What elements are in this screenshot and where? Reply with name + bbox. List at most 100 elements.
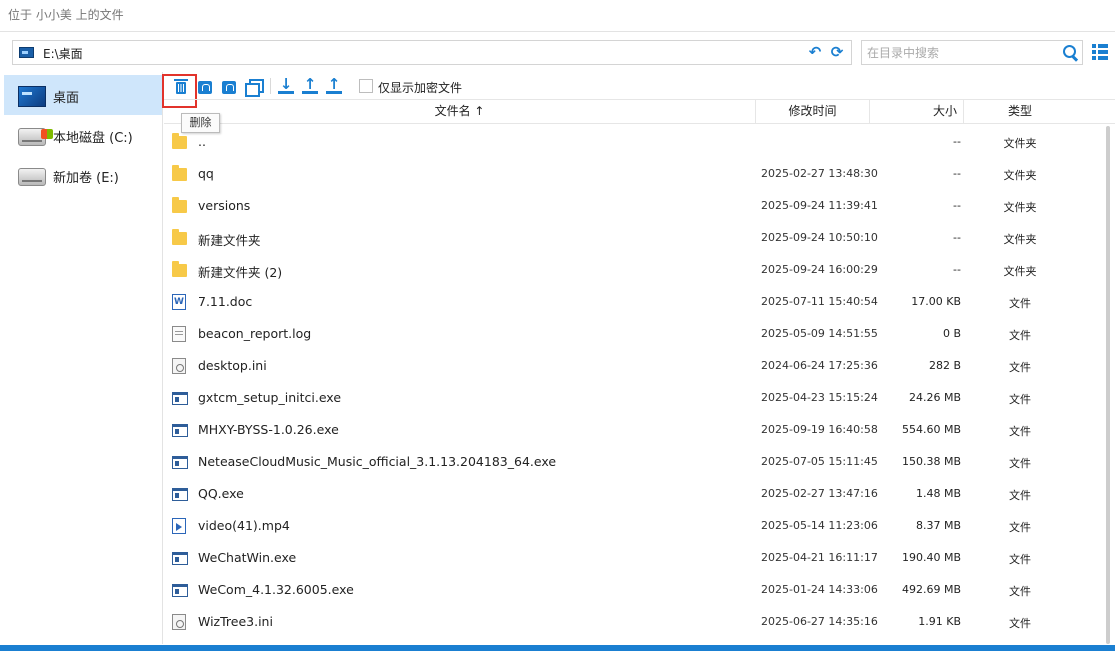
file-type: 文件夹 — [1003, 265, 1037, 278]
file-size: -- — [953, 135, 961, 148]
file-type: 文件 — [1009, 393, 1031, 406]
sidebar: 桌面 本地磁盘 (C:) 新加卷 (E:) — [0, 72, 163, 644]
search-input[interactable] — [862, 41, 1057, 64]
file-icon — [172, 326, 186, 342]
file-name: beacon_report.log — [198, 326, 312, 341]
back-icon[interactable]: ↶ — [807, 44, 823, 60]
file-mtime: 2025-09-24 10:50:10 — [761, 231, 878, 244]
file-name: NeteaseCloudMusic_Music_official_3.1.13.… — [198, 454, 557, 469]
file-name: versions — [198, 198, 251, 213]
file-size: -- — [953, 263, 961, 276]
search-icon[interactable] — [1062, 44, 1078, 60]
file-mtime: 2025-07-05 15:11:45 — [761, 455, 878, 468]
upload-folder-icon[interactable]: ↑ — [326, 77, 342, 94]
file-mtime: 2025-01-24 14:33:06 — [761, 583, 878, 596]
column-header-size[interactable]: 大小 — [870, 100, 964, 124]
desktop-icon — [19, 47, 34, 58]
list-view-icon[interactable] — [1092, 44, 1108, 60]
sidebar-item-label: 本地磁盘 (C:) — [53, 131, 133, 146]
file-mtime: 2025-09-19 16:40:58 — [761, 423, 878, 436]
file-type: 文件 — [1009, 361, 1031, 374]
file-type: 文件 — [1009, 297, 1031, 310]
sidebar-item-drive-e[interactable]: 新加卷 (E:) — [4, 155, 162, 195]
file-type: 文件夹 — [1003, 137, 1037, 150]
table-row[interactable]: desktop.ini 2024-06-24 17:25:36 282 B 文件 — [164, 350, 1104, 382]
table-row[interactable]: WeChatWin.exe 2025-04-21 16:11:17 190.40 M… — [164, 542, 1104, 574]
file-size: -- — [953, 231, 961, 244]
toolbar-separator — [270, 78, 271, 94]
file-size: -- — [953, 167, 961, 180]
scrollbar[interactable] — [1106, 126, 1112, 644]
decrypt-lock-icon[interactable] — [221, 78, 237, 94]
file-name: QQ.exe — [198, 486, 244, 501]
table-row[interactable]: beacon_report.log 2025-05-09 14:51:55 0 B 文… — [164, 318, 1104, 350]
table-row[interactable]: QQ.exe 2025-02-27 13:47:16 1.48 MB 文件 — [164, 478, 1104, 510]
encrypted-only-label: 仅显示加密文件 — [378, 81, 463, 95]
encrypt-lock-icon[interactable] — [197, 78, 213, 94]
table-row[interactable]: qq 2025-02-27 13:48:30 -- 文件夹 — [164, 158, 1104, 190]
exe-icon — [172, 584, 188, 597]
file-size: 8.37 MB — [915, 519, 961, 532]
table-row[interactable]: video(41).mp4 2025-05-14 11:23:06 8.37 MB 文… — [164, 510, 1104, 542]
file-size: 0 B — [942, 327, 961, 340]
table-row[interactable]: 7.11.doc 2025-07-11 15:40:54 17.00 KB 文件 — [164, 286, 1104, 318]
sidebar-item-drive-c[interactable]: 本地磁盘 (C:) — [4, 115, 162, 155]
file-mtime: 2025-06-27 14:35:16 — [761, 615, 878, 628]
file-size: 150.38 MB — [901, 455, 961, 468]
file-type: 文件夹 — [1003, 233, 1037, 246]
column-header-name[interactable]: 文件名 ↑ — [164, 100, 756, 124]
file-mtime: 2025-02-27 13:47:16 — [761, 487, 878, 500]
file-name: .. — [198, 134, 206, 149]
column-header-mtime[interactable]: 修改时间 — [756, 100, 870, 124]
file-name: gxtcm_setup_initci.exe — [198, 390, 342, 405]
table-row[interactable]: MHXY-BYSS-1.0.26.exe 2025-09-19 16:40:58 5… — [164, 414, 1104, 446]
file-name: 新建文件夹 (2) — [198, 265, 283, 280]
doc-icon — [172, 294, 186, 310]
path-value[interactable]: E:\桌面 — [43, 45, 83, 62]
file-type: 文件 — [1009, 521, 1031, 534]
refresh-icon[interactable]: ⟳ — [829, 44, 845, 60]
file-mtime: 2025-07-11 15:40:54 — [761, 295, 878, 308]
table-row[interactable]: versions 2025-09-24 11:39:41 -- 文件夹 — [164, 190, 1104, 222]
table-row[interactable]: 新建文件夹 (2) 2025-09-24 16:00:29 -- 文件夹 — [164, 254, 1104, 286]
folder-icon — [172, 261, 187, 277]
upload-icon[interactable]: ↑ — [302, 77, 318, 94]
encrypted-only-checkbox[interactable] — [359, 79, 373, 93]
video-icon — [172, 518, 186, 534]
folder-icon — [172, 165, 187, 181]
delete-tooltip: 删除 — [181, 113, 220, 133]
status-strip — [0, 645, 1115, 651]
file-size: 1.91 KB — [918, 615, 961, 628]
file-type: 文件夹 — [1003, 169, 1037, 182]
file-size: 282 B — [928, 359, 961, 372]
table-row[interactable]: NeteaseCloudMusic_Music_official_3.1.13.… — [164, 446, 1104, 478]
file-name: video(41).mp4 — [198, 518, 290, 533]
table-row[interactable]: .. -- 文件夹 — [164, 126, 1104, 158]
exe-icon — [172, 488, 188, 501]
file-name: desktop.ini — [198, 358, 267, 373]
file-mtime: 2025-02-27 13:48:30 — [761, 167, 878, 180]
file-mtime: 2025-09-24 16:00:29 — [761, 263, 878, 276]
column-header-type[interactable]: 类型 — [964, 100, 1076, 124]
exe-icon — [172, 392, 188, 405]
sidebar-item-desktop[interactable]: 桌面 — [4, 75, 162, 115]
file-name: MHXY-BYSS-1.0.26.exe — [198, 422, 339, 437]
file-type: 文件 — [1009, 617, 1031, 630]
file-name: qq — [198, 166, 214, 181]
file-type: 文件 — [1009, 489, 1031, 502]
desktop-icon — [18, 86, 46, 107]
table-row[interactable]: 新建文件夹 2025-09-24 10:50:10 -- 文件夹 — [164, 222, 1104, 254]
table-row[interactable]: WizTree3.ini 2025-06-27 14:35:16 1.91 KB 文件 — [164, 606, 1104, 638]
path-bar[interactable]: E:\桌面 ↶ ⟳ — [12, 40, 852, 65]
ini-icon — [172, 358, 186, 374]
file-mtime: 2025-09-24 11:39:41 — [761, 199, 878, 212]
file-type: 文件 — [1009, 585, 1031, 598]
table-row[interactable]: gxtcm_setup_initci.exe 2025-04-23 15:15:2… — [164, 382, 1104, 414]
table-row[interactable]: WeCom_4.1.32.6005.exe 2025-01-24 14:33:06… — [164, 574, 1104, 606]
file-size: 190.40 MB — [901, 551, 961, 564]
copy-icon[interactable] — [245, 78, 264, 97]
window-title: 位于 小小美 上的文件 — [0, 0, 1115, 32]
download-icon[interactable]: ↓ — [278, 77, 294, 94]
scroll-thumb[interactable] — [1106, 126, 1110, 644]
search-box[interactable] — [861, 40, 1083, 65]
